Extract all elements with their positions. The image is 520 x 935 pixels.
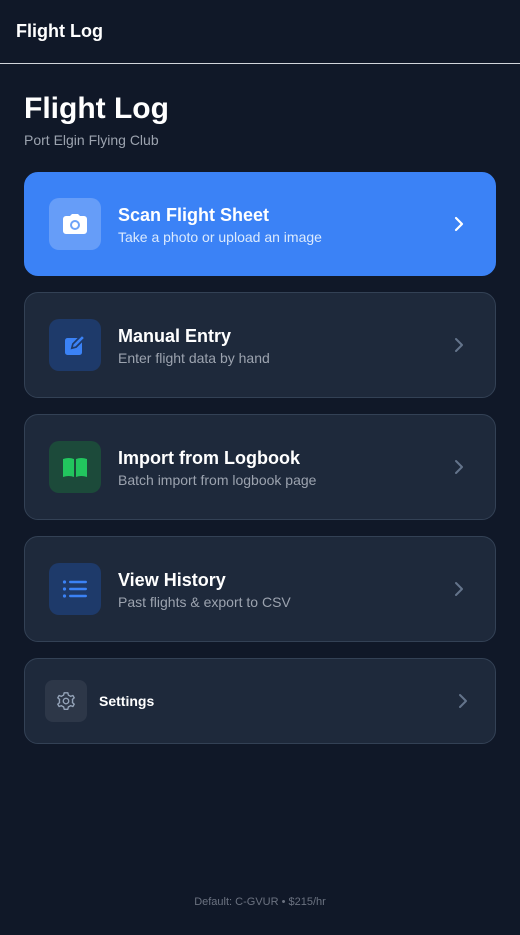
chevron-right-icon: [455, 338, 463, 352]
card-description: Enter flight data by hand: [118, 349, 270, 366]
chevron-right-icon: [455, 582, 463, 596]
card-title: Scan Flight Sheet: [118, 204, 270, 225]
view-history-button[interactable]: View History Past flights & export to CS…: [24, 536, 496, 642]
card-description: Past flights & export to CSV: [118, 593, 291, 610]
app-title: Flight Log: [16, 21, 103, 41]
page-subtitle: Port Elgin Flying Club: [24, 132, 159, 148]
chevron-right-icon: [455, 460, 463, 474]
card-description: Take a photo or upload an image: [118, 228, 322, 245]
main-content: Flight Log Port Elgin Flying Club Scan F…: [0, 64, 520, 744]
import-from-logbook-button[interactable]: Import from Logbook Batch import from lo…: [24, 414, 496, 520]
chevron-right-icon: [459, 694, 467, 708]
page-title: Flight Log: [24, 92, 169, 125]
menu-cards: Scan Flight Sheet Take a photo or upload…: [24, 172, 496, 744]
camera-icon: [49, 198, 101, 250]
gear-icon: [45, 680, 87, 722]
edit-icon: [49, 319, 101, 371]
card-title: View History: [118, 569, 226, 590]
list-icon: [49, 563, 101, 615]
chevron-right-icon: [454, 216, 464, 232]
card-title: Settings: [99, 693, 155, 709]
top-bar: Flight Log: [0, 0, 520, 64]
scan-flight-sheet-button[interactable]: Scan Flight Sheet Take a photo or upload…: [24, 172, 496, 276]
card-description: Batch import from logbook page: [118, 471, 317, 488]
footer-defaults: Default: C-GVUR • $215/hr: [194, 896, 326, 908]
book-icon: [49, 441, 101, 493]
card-title: Manual Entry: [118, 325, 232, 346]
settings-button[interactable]: Settings: [24, 658, 496, 744]
card-title: Import from Logbook: [118, 447, 300, 468]
manual-entry-button[interactable]: Manual Entry Enter flight data by hand: [24, 292, 496, 398]
